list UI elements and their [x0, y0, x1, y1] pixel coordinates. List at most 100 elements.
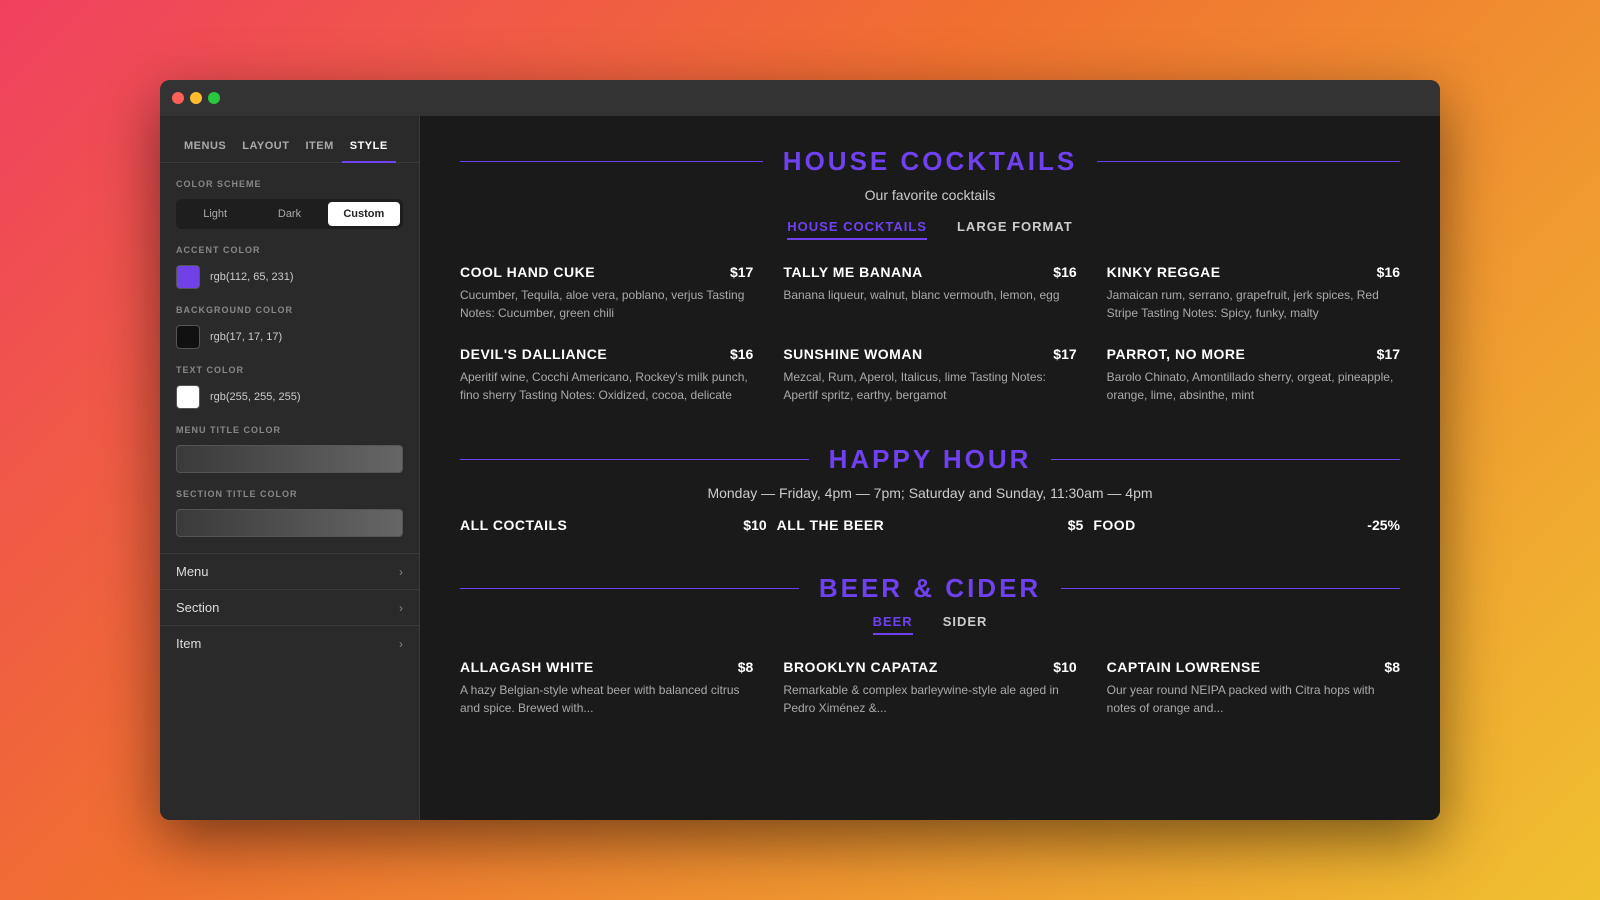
item-header: ALLAGASH WHITE $8 — [460, 659, 753, 675]
item-header: BROOKLYN CAPATAZ $10 — [783, 659, 1076, 675]
tab-layout[interactable]: LAYOUT — [234, 132, 297, 162]
beer-cider-grid: ALLAGASH WHITE $8 A hazy Belgian-style w… — [460, 659, 1400, 717]
section-title-color-label: SECTION TITLE COLOR — [176, 489, 403, 499]
app-window: MENUS LAYOUT ITEM STYLE COLOR SCHEME Lig… — [160, 80, 1440, 820]
item-name: CAPTAIN LOWRENSE — [1107, 659, 1261, 675]
item-header: CAPTAIN LOWRENSE $8 — [1107, 659, 1400, 675]
item-name: ALLAGASH WHITE — [460, 659, 594, 675]
sidebar-item-section-label: Section — [176, 600, 219, 615]
item-name: TALLY ME BANANA — [783, 264, 922, 280]
house-cocktails-header: HOUSE COCKTAILS — [460, 146, 1400, 177]
item-name: BROOKLYN CAPATAZ — [783, 659, 937, 675]
item-price: -25% — [1367, 517, 1400, 533]
item-desc: Mezcal, Rum, Aperol, Italicus, lime Tast… — [783, 368, 1076, 404]
sidebar-item-section[interactable]: Section › — [160, 589, 419, 625]
item-name: FOOD — [1093, 517, 1135, 533]
item-price: $17 — [730, 264, 753, 280]
accent-color-row: rgb(112, 65, 231) — [176, 265, 403, 289]
happy-hour-header: HAPPY HOUR — [460, 444, 1400, 475]
titlebar — [160, 80, 1440, 116]
list-item: CAPTAIN LOWRENSE $8 Our year round NEIPA… — [1107, 659, 1400, 717]
item-name: COOL HAND CUKE — [460, 264, 595, 280]
section-title-color-preview[interactable] — [176, 509, 403, 537]
list-item: COOL HAND CUKE $17 Cucumber, Tequila, al… — [460, 264, 753, 322]
house-cocktails-title: HOUSE COCKTAILS — [763, 146, 1097, 177]
beer-cider-title: BEER & CIDER — [799, 573, 1061, 604]
item-price: $16 — [1053, 264, 1076, 280]
list-item: BROOKLYN CAPATAZ $10 Remarkable & comple… — [783, 659, 1076, 717]
scheme-dark-button[interactable]: Dark — [253, 202, 325, 226]
menu-title-color-preview[interactable] — [176, 445, 403, 473]
nav-tabs: MENUS LAYOUT ITEM STYLE — [160, 116, 419, 163]
background-color-row: rgb(17, 17, 17) — [176, 325, 403, 349]
main-content: HOUSE COCKTAILS Our favorite cocktails H… — [420, 116, 1440, 820]
item-price: $16 — [730, 346, 753, 362]
item-price: $8 — [738, 659, 754, 675]
item-price: $5 — [1068, 517, 1084, 533]
chevron-right-icon: › — [399, 637, 403, 651]
sidebar-item-item[interactable]: Item › — [160, 625, 419, 661]
house-cocktails-section: HOUSE COCKTAILS Our favorite cocktails H… — [460, 146, 1400, 404]
close-button[interactable] — [172, 92, 184, 104]
item-desc: Barolo Chinato, Amontillado sherry, orge… — [1107, 368, 1400, 404]
menu-title-color-label: MENU TITLE COLOR — [176, 425, 403, 435]
tab-large-format[interactable]: LARGE FORMAT — [957, 219, 1073, 240]
item-price: $17 — [1377, 346, 1400, 362]
item-header: DEVIL'S DALLIANCE $16 — [460, 346, 753, 362]
item-desc: Remarkable & complex barleywine-style al… — [783, 681, 1076, 717]
background-color-swatch[interactable] — [176, 325, 200, 349]
item-name: KINKY REGGAE — [1107, 264, 1221, 280]
sidebar-item-item-label: Item — [176, 636, 201, 651]
item-desc: Cucumber, Tequila, aloe vera, poblano, v… — [460, 286, 753, 322]
house-cocktails-grid: COOL HAND CUKE $17 Cucumber, Tequila, al… — [460, 264, 1400, 404]
tab-menus[interactable]: MENUS — [176, 132, 234, 162]
item-header: PARROT, NO MORE $17 — [1107, 346, 1400, 362]
menu-title-color-section: MENU TITLE COLOR — [160, 425, 419, 489]
item-desc: Banana liqueur, walnut, blanc vermouth, … — [783, 286, 1076, 304]
section-line-right — [1061, 588, 1400, 589]
section-line-left — [460, 459, 809, 460]
item-price: $8 — [1384, 659, 1400, 675]
house-cocktails-subtitle: Our favorite cocktails — [460, 187, 1400, 203]
item-name: PARROT, NO MORE — [1107, 346, 1246, 362]
scheme-light-button[interactable]: Light — [179, 202, 251, 226]
list-item: ALL THE BEER $5 — [777, 517, 1084, 533]
tab-sider[interactable]: SIDER — [943, 614, 988, 635]
minimize-button[interactable] — [190, 92, 202, 104]
item-header: KINKY REGGAE $16 — [1107, 264, 1400, 280]
item-header: COOL HAND CUKE $17 — [460, 264, 753, 280]
item-price: $10 — [1053, 659, 1076, 675]
item-desc: Jamaican rum, serrano, grapefruit, jerk … — [1107, 286, 1400, 322]
tab-style[interactable]: STYLE — [342, 132, 396, 162]
tab-house-cocktails[interactable]: HOUSE COCKTAILS — [787, 219, 927, 240]
item-price: $10 — [743, 517, 766, 533]
item-header: TALLY ME BANANA $16 — [783, 264, 1076, 280]
house-cocktails-tabs: HOUSE COCKTAILS LARGE FORMAT — [460, 219, 1400, 240]
happy-hour-section: HAPPY HOUR Monday — Friday, 4pm — 7pm; S… — [460, 444, 1400, 533]
accent-color-section: ACCENT COLOR rgb(112, 65, 231) — [160, 245, 419, 305]
sidebar-item-menu-label: Menu — [176, 564, 209, 579]
item-name: ALL THE BEER — [777, 517, 885, 533]
list-item: FOOD -25% — [1093, 517, 1400, 533]
beer-cider-header: BEER & CIDER — [460, 573, 1400, 604]
text-color-section: TEXT COLOR rgb(255, 255, 255) — [160, 365, 419, 425]
text-color-value: rgb(255, 255, 255) — [210, 391, 301, 403]
tab-beer[interactable]: BEER — [873, 614, 913, 635]
background-color-section: BACKGROUND COLOR rgb(17, 17, 17) — [160, 305, 419, 365]
scheme-custom-button[interactable]: Custom — [328, 202, 400, 226]
traffic-lights — [172, 92, 220, 104]
happy-hour-items: ALL COCTAILS $10 ALL THE BEER $5 FOOD -2… — [460, 517, 1400, 533]
item-price: $16 — [1377, 264, 1400, 280]
beer-cider-tabs: BEER SIDER — [460, 614, 1400, 635]
accent-color-swatch[interactable] — [176, 265, 200, 289]
tab-item[interactable]: ITEM — [297, 132, 341, 162]
list-item: PARROT, NO MORE $17 Barolo Chinato, Amon… — [1107, 346, 1400, 404]
item-desc: Our year round NEIPA packed with Citra h… — [1107, 681, 1400, 717]
item-price: $17 — [1053, 346, 1076, 362]
sidebar-item-menu[interactable]: Menu › — [160, 553, 419, 589]
list-item: DEVIL'S DALLIANCE $16 Aperitif wine, Coc… — [460, 346, 753, 404]
background-color-value: rgb(17, 17, 17) — [210, 331, 282, 343]
text-color-swatch[interactable] — [176, 385, 200, 409]
maximize-button[interactable] — [208, 92, 220, 104]
list-item: ALL COCTAILS $10 — [460, 517, 767, 533]
